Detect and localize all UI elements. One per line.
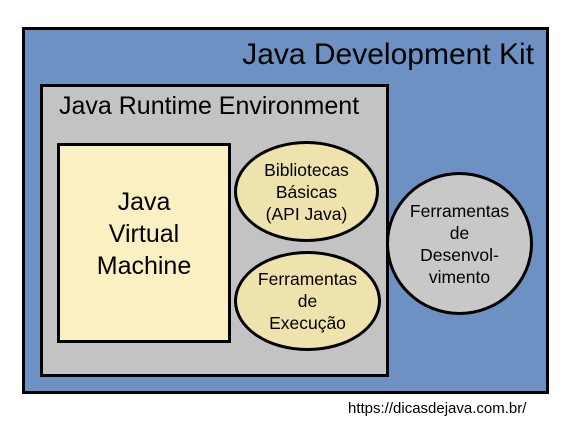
source-url: https://dicasdejava.com.br/ (348, 400, 527, 417)
jvm-label: Java Virtual Machine (60, 186, 228, 282)
jvm-line: Java (117, 188, 171, 216)
libraries-ellipse: Bibliotecas Básicas (API Java) (234, 141, 379, 242)
development-tools-line: Ferramentas (409, 200, 510, 221)
jre-title: Java Runtime Environment (59, 92, 360, 120)
development-tools-line: Desenvol- (420, 244, 499, 265)
libraries-label: Bibliotecas Básicas (API Java) (264, 159, 349, 225)
execution-tools-ellipse: Ferramentas de Execução (234, 251, 381, 351)
libraries-line: Bibliotecas (264, 159, 349, 180)
development-tools-label: Ferramentas de Desenvol- vimento (410, 200, 509, 288)
execution-tools-label: Ferramentas de Execução (258, 268, 357, 334)
jvm-box: Java Virtual Machine (57, 143, 231, 343)
development-tools-line: vimento (428, 266, 491, 287)
execution-tools-line: Execução (269, 313, 346, 333)
jdk-title: Java Development Kit (242, 38, 534, 71)
development-tools-line: de (449, 222, 470, 243)
jvm-line: Virtual (108, 220, 180, 248)
libraries-line: Básicas (275, 181, 338, 202)
jvm-line: Machine (96, 252, 192, 280)
development-tools-ellipse: Ferramentas de Desenvol- vimento (386, 172, 533, 315)
libraries-line: (API Java) (265, 203, 348, 224)
execution-tools-line: Ferramentas (257, 269, 358, 289)
execution-tools-line: de (297, 291, 318, 311)
